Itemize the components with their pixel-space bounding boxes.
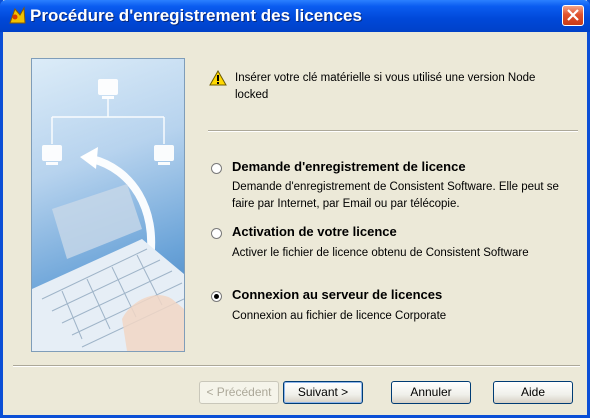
radio-selected-dot bbox=[214, 294, 219, 299]
option-activation-description: Activer le fichier de licence obtenu de … bbox=[232, 247, 529, 259]
close-button[interactable] bbox=[562, 5, 584, 26]
license-dialog-window: Procédure d'enregistrement des licences bbox=[0, 0, 590, 418]
title-bar[interactable]: Procédure d'enregistrement des licences bbox=[0, 0, 590, 32]
option-activation-radio[interactable] bbox=[211, 228, 222, 239]
option-server-title[interactable]: Connexion au serveur de licences bbox=[232, 287, 442, 302]
app-icon bbox=[9, 6, 26, 24]
warning-icon bbox=[209, 70, 227, 86]
top-divider bbox=[208, 130, 578, 132]
option-request-description: Demande d'enregistrement de Consistent S… bbox=[232, 181, 559, 210]
bottom-divider bbox=[13, 365, 580, 367]
option-request-radio[interactable] bbox=[211, 163, 222, 174]
close-icon bbox=[567, 9, 579, 21]
option-activation-title[interactable]: Activation de votre licence bbox=[232, 224, 397, 239]
window-title: Procédure d'enregistrement des licences bbox=[30, 6, 362, 25]
warning-message: Insérer votre clé matérielle si vous uti… bbox=[235, 72, 536, 101]
help-button[interactable]: Aide bbox=[493, 381, 573, 404]
cancel-button[interactable]: Annuler bbox=[391, 381, 471, 404]
next-button[interactable]: Suivant > bbox=[283, 381, 363, 404]
option-request-title[interactable]: Demande d'enregistrement de licence bbox=[232, 159, 466, 174]
wizard-illustration bbox=[31, 58, 185, 352]
option-server-radio[interactable] bbox=[211, 291, 222, 302]
option-server-description: Connexion au fichier de licence Corporat… bbox=[232, 310, 447, 322]
previous-button[interactable]: < Précédent bbox=[199, 381, 279, 404]
